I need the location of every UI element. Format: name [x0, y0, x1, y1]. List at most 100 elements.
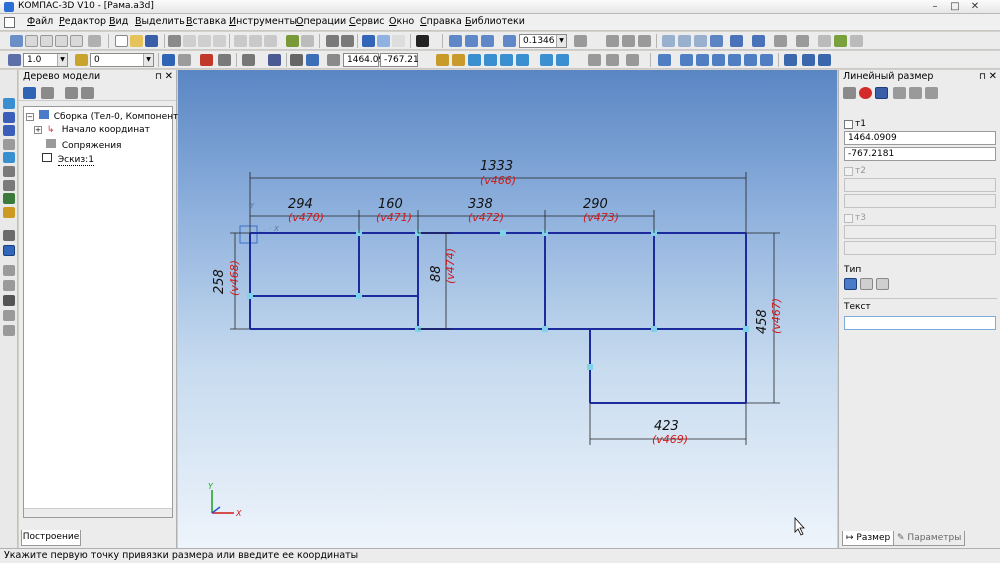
library-icon[interactable] [301, 35, 314, 47]
coord-snap-icon[interactable] [306, 54, 319, 66]
tree-structure-icon[interactable] [23, 87, 36, 99]
tree-props-icon[interactable] [81, 87, 94, 99]
tool-array-icon[interactable] [3, 166, 15, 177]
tool-ops-icon[interactable] [3, 112, 15, 123]
pin-icon[interactable]: ⊓ [155, 70, 162, 84]
ortho-icon[interactable] [290, 54, 303, 66]
view-top-icon[interactable] [728, 54, 741, 66]
variables-icon[interactable] [377, 35, 390, 47]
t3-checkbox[interactable] [844, 214, 853, 223]
tool-dimension-icon[interactable] [3, 152, 15, 163]
t1-y-field[interactable]: -767.2181 [844, 147, 996, 161]
view-right-icon[interactable] [712, 54, 725, 66]
close-icon[interactable]: ✕ [966, 1, 984, 13]
copy-props-icon[interactable] [818, 35, 831, 47]
page-icon[interactable] [25, 35, 38, 47]
zoom-out-icon[interactable] [481, 35, 494, 47]
coord-x-field[interactable]: 1464.09 [343, 53, 384, 67]
paste-icon[interactable] [264, 35, 277, 47]
local-cs-icon[interactable] [268, 54, 281, 66]
text-doc-icon[interactable] [70, 35, 83, 47]
coord-y-field[interactable]: -767.21 [380, 53, 419, 67]
sketch-canvas[interactable]: X Y 1333 (v466) 294 (v470) 160 (v471) 33… [178, 70, 837, 548]
menu-libraries[interactable]: Библиотеки [465, 16, 525, 27]
menu-select[interactable]: Выделить [135, 16, 185, 27]
pin-icon[interactable]: ⊓ [979, 70, 986, 84]
spec-icon[interactable] [55, 35, 68, 47]
cut-icon[interactable] [234, 35, 247, 47]
weld-icon[interactable] [540, 54, 553, 66]
print-icon[interactable] [168, 35, 181, 47]
tool-surface-icon[interactable] [3, 139, 15, 150]
type-aligned-icon[interactable] [844, 278, 857, 290]
spring-icon[interactable] [500, 54, 513, 66]
zoom-in-icon[interactable] [465, 35, 478, 47]
tool-spec-icon[interactable] [3, 193, 15, 204]
tool-hatch-icon[interactable] [3, 325, 15, 336]
tab-parameters[interactable]: ✎ Параметры [893, 531, 966, 546]
close-icon[interactable]: ✕ [989, 70, 997, 84]
hole-icon[interactable] [468, 54, 481, 66]
tool-report-icon[interactable] [3, 207, 15, 218]
sketch-frame[interactable] [249, 232, 747, 404]
perspective-icon[interactable] [730, 35, 743, 47]
rotate-icon[interactable] [638, 35, 651, 47]
t3-x-field[interactable] [844, 225, 996, 239]
tree-item-assembly[interactable]: − Сборка (Тел-0, Компонентов-0) [26, 110, 202, 122]
tool-circle-icon[interactable] [3, 265, 15, 276]
print-setup-icon[interactable] [198, 35, 211, 47]
undo-icon[interactable] [326, 35, 339, 47]
measure-icon[interactable] [588, 54, 601, 66]
layer-combo[interactable]: 0 ▼ [90, 53, 154, 67]
tool-angle-icon[interactable] [3, 295, 15, 306]
expand-plus-icon[interactable]: + [34, 126, 42, 134]
minimize-icon[interactable]: – [926, 1, 944, 13]
help-icon[interactable] [925, 87, 938, 99]
type-vertical-icon[interactable] [876, 278, 889, 290]
tool-arc-icon[interactable] [3, 280, 15, 291]
cursor-pos-icon[interactable] [327, 54, 340, 66]
tree-filter-icon[interactable] [41, 87, 54, 99]
profile-icon[interactable] [556, 54, 569, 66]
thread-icon[interactable] [452, 54, 465, 66]
menu-window[interactable]: Окно [389, 16, 414, 27]
document-icon[interactable] [40, 35, 53, 47]
check-icon[interactable] [626, 54, 639, 66]
orient-icon[interactable] [574, 35, 587, 47]
t3-y-field[interactable] [844, 241, 996, 255]
manager-icon[interactable] [362, 35, 375, 47]
menu-insert[interactable]: Вставка [186, 16, 226, 27]
help-cursor-icon[interactable] [416, 35, 429, 47]
show-all-icon[interactable] [622, 35, 635, 47]
tool-line-icon[interactable] [3, 230, 15, 241]
snap-icon[interactable] [218, 54, 231, 66]
view-left-icon[interactable] [696, 54, 709, 66]
save-icon[interactable] [145, 35, 158, 47]
tool-rect-icon[interactable] [3, 310, 15, 321]
type-horizontal-icon[interactable] [860, 278, 873, 290]
menu-file[interactable]: Файл [27, 16, 53, 27]
shaded-icon[interactable] [710, 35, 723, 47]
sketch-icon[interactable] [162, 54, 175, 66]
fastener-icon[interactable] [484, 54, 497, 66]
chevron-down-icon[interactable]: ▼ [556, 35, 566, 47]
redo-icon[interactable] [341, 35, 354, 47]
mass-icon[interactable] [606, 54, 619, 66]
tool-measure-icon[interactable] [3, 180, 15, 191]
properties-icon[interactable] [213, 35, 226, 47]
tool-aux-icon[interactable] [3, 125, 15, 136]
new-icon[interactable] [10, 35, 23, 47]
assembly-icon[interactable] [88, 35, 101, 47]
copy-icon[interactable] [249, 35, 262, 47]
brush-icon[interactable] [286, 35, 299, 47]
chevron-down-icon[interactable]: ▼ [143, 54, 153, 66]
tab-construction[interactable]: Построение [21, 530, 81, 546]
zoom-combo[interactable]: 0.1346 ▼ [519, 34, 567, 48]
render-icon[interactable] [784, 54, 797, 66]
view-back-icon[interactable] [680, 54, 693, 66]
t1-x-field[interactable]: 1464.0909 [844, 131, 996, 145]
view-front-icon[interactable] [658, 54, 671, 66]
tree-scrollbar[interactable] [24, 508, 172, 517]
create-icon[interactable] [115, 35, 128, 47]
hidden-lines-icon[interactable] [678, 35, 691, 47]
